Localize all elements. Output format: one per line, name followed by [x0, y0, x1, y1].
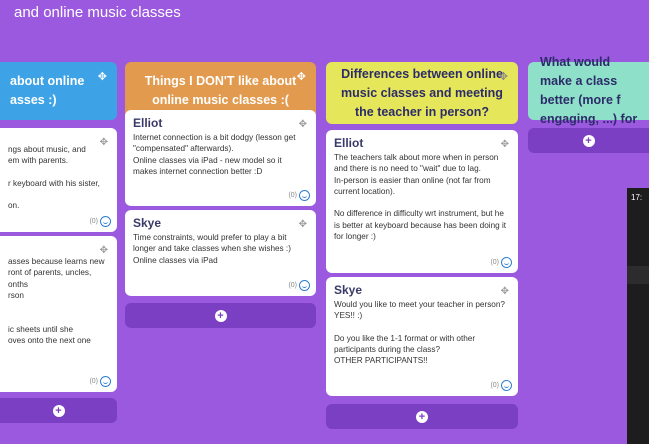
move-icon[interactable]: ✥ — [297, 68, 306, 87]
reaction-button[interactable]: (0) — [490, 257, 512, 268]
reaction-button[interactable]: (0) — [89, 216, 111, 227]
reaction-count: (0) — [288, 192, 297, 199]
add-card-button[interactable]: + — [528, 128, 649, 153]
move-icon[interactable]: ✥ — [299, 219, 307, 230]
column-header[interactable]: What would make a class better (more f e… — [528, 55, 649, 126]
card-text: ngs about music, and em with parents. r … — [8, 145, 100, 211]
move-icon[interactable]: ✥ — [98, 68, 107, 87]
column-1: about online asses :) ✥ — [0, 62, 117, 120]
reaction-button[interactable]: (0) — [288, 280, 310, 291]
card[interactable]: Skye ✥ Time constraints, would prefer to… — [125, 210, 316, 296]
plus-circle-icon: + — [214, 309, 227, 322]
column-title: about online asses :) — [10, 74, 85, 107]
reaction-count: (0) — [490, 382, 499, 389]
card-author: Skye — [334, 283, 363, 297]
column-4: What would make a class better (more f e… — [528, 55, 649, 126]
plus-circle-icon: + — [416, 410, 428, 423]
move-icon[interactable]: ✥ — [501, 286, 509, 297]
card-text: asses because learns new ront of parents… — [8, 257, 105, 346]
smile-icon — [299, 280, 310, 291]
card-text: Time constraints, would prefer to play a… — [133, 233, 291, 265]
column-title: Things I DON'T like about online music c… — [144, 74, 297, 107]
move-icon[interactable]: ✥ — [100, 137, 108, 148]
card-text: Would you like to meet your teacher in p… — [334, 300, 505, 366]
column-header[interactable]: about online asses :) ✥ — [0, 62, 117, 120]
add-card-button[interactable]: + — [125, 303, 316, 328]
reaction-button[interactable]: (0) — [490, 380, 512, 391]
move-icon[interactable]: ✥ — [100, 245, 108, 256]
smile-icon — [501, 380, 512, 391]
card-text: Internet connection is a bit dodgy (less… — [133, 133, 296, 176]
reaction-count: (0) — [89, 218, 98, 225]
card[interactable]: Skye ✥ Would you like to meet your teach… — [326, 277, 518, 396]
plus-circle-icon: + — [582, 134, 595, 147]
card-author: Skye — [133, 216, 162, 230]
card-author: Elliot — [133, 116, 163, 130]
card[interactable]: ✥ asses because learns new ront of paren… — [0, 236, 117, 392]
video-toolbar — [627, 266, 649, 284]
video-call-window[interactable]: 17: — [627, 188, 649, 444]
card[interactable]: ✥ ngs about music, and em with parents. … — [0, 128, 117, 232]
smile-icon — [100, 376, 111, 387]
smile-icon — [100, 216, 111, 227]
reaction-count: (0) — [490, 259, 499, 266]
smile-icon — [299, 190, 310, 201]
move-icon[interactable]: ✥ — [501, 139, 509, 150]
board-title: and online music classes — [14, 4, 181, 21]
card[interactable]: Elliot ✥ Internet connection is a bit do… — [125, 110, 316, 206]
reaction-count: (0) — [288, 282, 297, 289]
smile-icon — [501, 257, 512, 268]
add-card-button[interactable]: + — [0, 398, 117, 423]
video-time: 17: — [631, 193, 643, 202]
plus-circle-icon: + — [52, 404, 65, 417]
move-icon[interactable]: ✥ — [499, 68, 508, 87]
reaction-count: (0) — [89, 378, 98, 385]
column-title: What would make a class better (more f e… — [540, 55, 638, 126]
card-text: The teachers talk about more when in per… — [334, 153, 507, 242]
column-header[interactable]: Differences between online music classes… — [326, 62, 518, 124]
card-author: Elliot — [334, 136, 364, 150]
column-title: Differences between online music classes… — [341, 66, 503, 119]
reaction-button[interactable]: (0) — [89, 376, 111, 387]
add-card-button[interactable]: + — [326, 404, 518, 429]
column-3: Differences between online music classes… — [326, 62, 518, 124]
card[interactable]: Elliot ✥ The teachers talk about more wh… — [326, 130, 518, 273]
reaction-button[interactable]: (0) — [288, 190, 310, 201]
move-icon[interactable]: ✥ — [299, 119, 307, 130]
